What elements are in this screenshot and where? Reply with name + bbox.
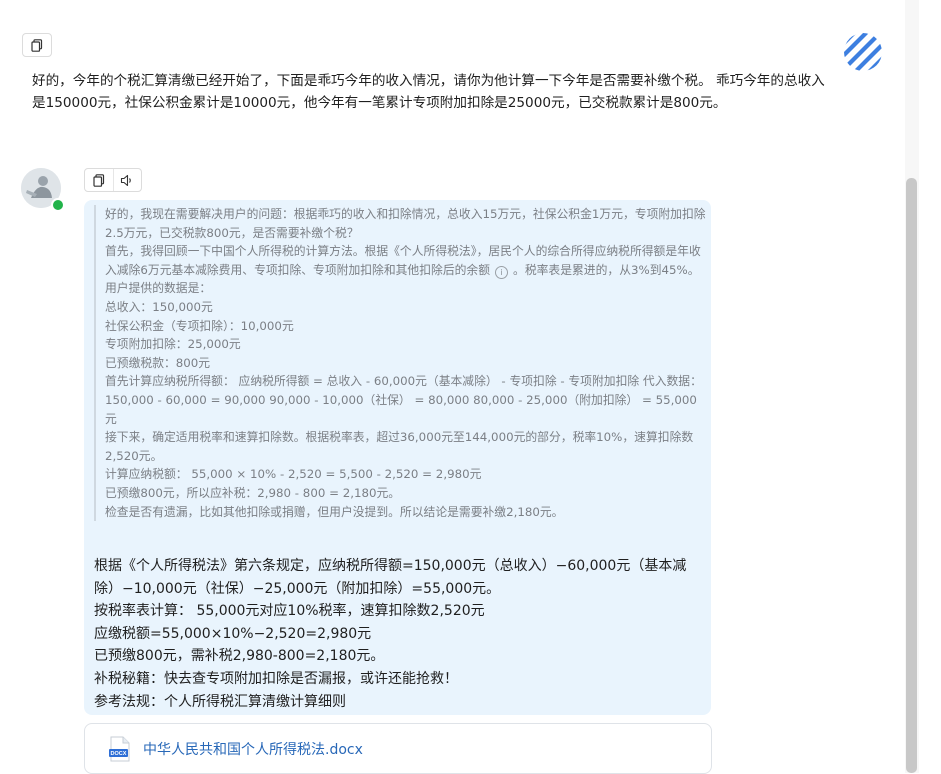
reasoning-paragraph: 首先计算应纳税所得额： 应纳税所得额 = 总收入 - 60,000元（基本减除）… [105, 374, 702, 426]
copy-button[interactable] [22, 33, 52, 57]
copy-icon [93, 173, 104, 187]
copy-answer-button[interactable] [85, 169, 113, 191]
copy-icon [31, 38, 43, 52]
answer-line: 应缴税额=55,000×10%−2,520=2,980元 [94, 625, 372, 642]
reasoning-paragraph: 好的，我现在需要解决用户的问题：根据乖巧的收入和扣除情况，总收入15万元，社保公… [105, 207, 706, 240]
reasoning-paragraph: 已预缴800元，所以应补税：2,980 - 800 = 2,180元。 [105, 485, 401, 500]
attachment-file-name[interactable]: 中华人民共和国个人所得税法.docx [143, 739, 363, 759]
scrollbar-thumb[interactable] [906, 178, 917, 773]
reasoning-paragraph: 首先，我得回顾一下中国个人所得税的计算方法。根据《个人所得税法》，居民个人的综合… [105, 242, 707, 279]
reasoning-paragraph: 计算应纳税额： 55,000 × 10% - 2,520 = 5,500 - 2… [105, 467, 482, 482]
message-action-bar [84, 168, 142, 192]
reasoning-paragraph: 用户提供的数据是： [105, 281, 212, 296]
reasoning-block: 好的，我现在需要解决用户的问题：根据乖巧的收入和扣除情况，总收入15万元，社保公… [94, 205, 707, 522]
info-circle-icon[interactable]: i [495, 265, 509, 279]
answer-line: 补税秘籍：快去查专项附加扣除是否漏报，或许还能抢救！ [94, 670, 458, 687]
reasoning-paragraph: 接下来，确定适用税率和速算扣除数。根据税率表，超过36,000元至144,000… [105, 430, 694, 463]
online-status-dot [51, 198, 65, 212]
brand-logo [844, 33, 882, 71]
docx-file-icon: DOCX [109, 736, 130, 761]
answer-line: 根据《个人所得税法》第六条规定，应纳税所得额=150,000元（总收入）−60,… [94, 558, 687, 597]
answer-line: 参考法规：个人所得税汇算清缴计算细则 [94, 693, 346, 710]
reasoning-text: 。税率表是累进的，从3%到45%。 [513, 262, 700, 277]
reasoning-paragraph: 已预缴税款：800元 [105, 355, 211, 370]
answer-line: 按税率表计算： 55,000元对应10%税率，速算扣除数2,520元 [94, 603, 485, 620]
user-message: 好的，今年的个税汇算清缴已经开始了，下面是乖巧今年的收入情况，请你为他计算一下今… [32, 73, 825, 111]
attachment-card[interactable]: DOCX 中华人民共和国个人所得税法.docx [84, 723, 712, 774]
answer-line: 已预缴800元，需补税2,980-800=2,180元。 [94, 648, 385, 665]
read-aloud-button[interactable] [112, 169, 142, 191]
speaker-icon [121, 174, 132, 186]
reasoning-paragraph: 社保公积金（专项扣除）：10,000元 [105, 318, 294, 333]
reasoning-paragraph: 检查是否有遗漏，比如其他扣除或捐赠，但用户没提到。所以结论是需要补缴2,180元… [105, 504, 564, 519]
final-answer: 根据《个人所得税法》第六条规定，应纳税所得额=150,000元（总收入）−60,… [94, 555, 704, 713]
reasoning-paragraph: 总收入：150,000元 [105, 299, 213, 314]
file-type-label: DOCX [111, 751, 127, 757]
reasoning-paragraph: 专项附加扣除：25,000元 [105, 337, 241, 352]
